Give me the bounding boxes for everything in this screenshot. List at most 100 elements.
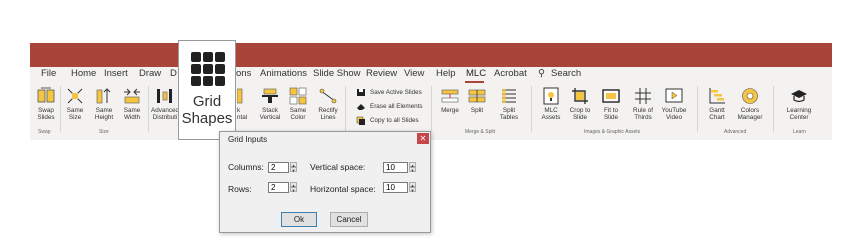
merge-icon — [441, 87, 459, 105]
same-size-button[interactable]: Same Size — [64, 87, 86, 121]
menu-file[interactable]: File — [41, 68, 56, 79]
same-height-button[interactable]: Same Height — [92, 87, 116, 121]
horizontal-space-input[interactable]: 10 — [383, 182, 408, 193]
group-label-swap: Swap — [38, 129, 51, 135]
columns-label: Columns: — [228, 162, 264, 172]
group-label-merge-split: Merge & Split — [465, 129, 496, 135]
copy-icon — [356, 116, 366, 125]
rows-input[interactable]: 2 — [268, 182, 289, 193]
color-wheel-icon — [741, 87, 759, 105]
swap-slides-icon — [37, 87, 55, 105]
table-icon — [500, 87, 518, 105]
thirds-icon — [634, 87, 652, 105]
rule-of-thirds-button[interactable]: Rule of Thirds — [630, 87, 656, 121]
horizontal-space-label: Horizontal space: — [310, 184, 376, 194]
rows-stepper[interactable]: 2 ▲ ▼ — [268, 182, 297, 193]
group-separator — [148, 86, 149, 132]
title-bar — [30, 43, 832, 67]
youtube-video-button[interactable]: YouTube Video — [660, 87, 688, 121]
grid-inputs-dialog: Grid Inputs ✕ Columns: 2 ▲ ▼ Rows: 2 ▲ ▼ V… — [219, 131, 431, 233]
distribution-icon — [155, 87, 173, 105]
ok-button[interactable]: Ok — [281, 212, 317, 227]
chevron-down-icon[interactable]: ▼ — [409, 187, 416, 193]
copy-to-all-slides-button[interactable]: Copy to all Slides — [356, 116, 419, 125]
same-color-button[interactable]: Same Color — [287, 87, 309, 121]
menu-transitions[interactable]: ons — [236, 68, 251, 79]
horizontal-space-stepper[interactable]: 10 ▲ ▼ — [383, 182, 416, 193]
dialog-title: Grid Inputs — [228, 135, 268, 144]
crop-to-slide-button[interactable]: Crop to Slide — [567, 87, 593, 121]
advanced-distribution-button[interactable]: Advanced Distributi — [151, 87, 179, 121]
rectify-lines-icon — [319, 87, 337, 105]
menu-view[interactable]: View — [404, 68, 424, 79]
search-icon[interactable]: ⚲ — [538, 68, 545, 79]
columns-stepper[interactable]: 2 ▲ ▼ — [268, 162, 297, 173]
video-icon — [665, 87, 683, 105]
menu-insert[interactable]: Insert — [104, 68, 128, 79]
swap-slides-button[interactable]: Swap Slides — [33, 87, 59, 121]
group-separator — [60, 86, 61, 132]
merge-button[interactable]: Merge — [438, 87, 462, 114]
vertical-space-label: Vertical space: — [310, 162, 366, 172]
grid-shapes-label: Grid Shapes — [181, 93, 233, 127]
menu-bar: File Home Insert Draw D ons Animations S… — [30, 67, 832, 83]
group-separator — [345, 86, 346, 132]
save-active-slides-button[interactable]: Save Active Slides — [356, 88, 422, 97]
fit-to-slide-button[interactable]: Fit to Slide — [598, 87, 624, 121]
stack-vertical-icon — [261, 87, 279, 105]
learning-center-button[interactable]: Learning Center — [783, 87, 815, 121]
cancel-button[interactable]: Cancel — [330, 212, 368, 227]
group-label-advanced: Advanced — [724, 129, 747, 135]
save-icon — [356, 88, 366, 97]
menu-animations[interactable]: Animations — [260, 68, 307, 79]
group-separator — [773, 86, 774, 132]
rectify-lines-button[interactable]: Rectify Lines — [315, 87, 341, 121]
vertical-space-input[interactable]: 10 — [383, 162, 408, 173]
split-button[interactable]: Split — [466, 87, 488, 114]
gantt-chart-button[interactable]: Gantt Chart — [705, 87, 729, 121]
columns-input[interactable]: 2 — [268, 162, 289, 173]
menu-mlc[interactable]: MLC — [466, 68, 486, 79]
active-tab-indicator — [465, 81, 484, 83]
graduation-cap-icon — [790, 87, 808, 105]
same-width-icon — [123, 87, 141, 105]
menu-review[interactable]: Review — [366, 68, 397, 79]
rows-label: Rows: — [228, 184, 252, 194]
stack-vertical-button[interactable]: Stack Vertical — [256, 87, 284, 121]
erase-all-elements-button[interactable]: Erase all Elements — [356, 102, 423, 111]
assets-icon — [542, 87, 560, 105]
stack-horizontal-button[interactable]: k ntal — [237, 87, 247, 121]
gantt-icon — [708, 87, 726, 105]
grid-shapes-button[interactable]: Grid Shapes — [178, 40, 236, 140]
menu-slide-show[interactable]: Slide Show — [313, 68, 361, 79]
colors-manager-button[interactable]: Colors Manager — [736, 87, 764, 121]
menu-acrobat[interactable]: Acrobat — [494, 68, 527, 79]
group-label-size: Size — [99, 129, 109, 135]
menu-draw[interactable]: Draw — [139, 68, 161, 79]
palette-icon — [289, 87, 307, 105]
chevron-down-icon[interactable]: ▼ — [409, 167, 416, 173]
vertical-space-stepper[interactable]: 10 ▲ ▼ — [383, 162, 416, 173]
mlc-assets-button[interactable]: MLC Assets — [540, 87, 562, 121]
group-label-learn: Learn — [793, 129, 806, 135]
group-separator — [531, 86, 532, 132]
crop-icon — [571, 87, 589, 105]
split-icon — [468, 87, 486, 105]
split-tables-button[interactable]: Split Tables — [496, 87, 522, 121]
same-width-button[interactable]: Same Width — [121, 87, 143, 121]
close-icon[interactable]: ✕ — [417, 133, 429, 144]
group-separator — [697, 86, 698, 132]
menu-design[interactable]: D — [170, 68, 177, 79]
group-label-images-graphic-assets: Images & Graphic Assets — [584, 129, 641, 135]
stack-horizontal-icon — [237, 87, 243, 105]
same-height-icon — [95, 87, 113, 105]
fit-icon — [602, 87, 620, 105]
eraser-icon — [356, 102, 366, 111]
same-size-icon — [66, 87, 84, 105]
chevron-down-icon[interactable]: ▼ — [290, 187, 297, 193]
search-label[interactable]: Search — [551, 68, 581, 79]
menu-help[interactable]: Help — [436, 68, 456, 79]
menu-home[interactable]: Home — [71, 68, 96, 79]
chevron-down-icon[interactable]: ▼ — [290, 167, 297, 173]
group-separator — [431, 86, 432, 132]
